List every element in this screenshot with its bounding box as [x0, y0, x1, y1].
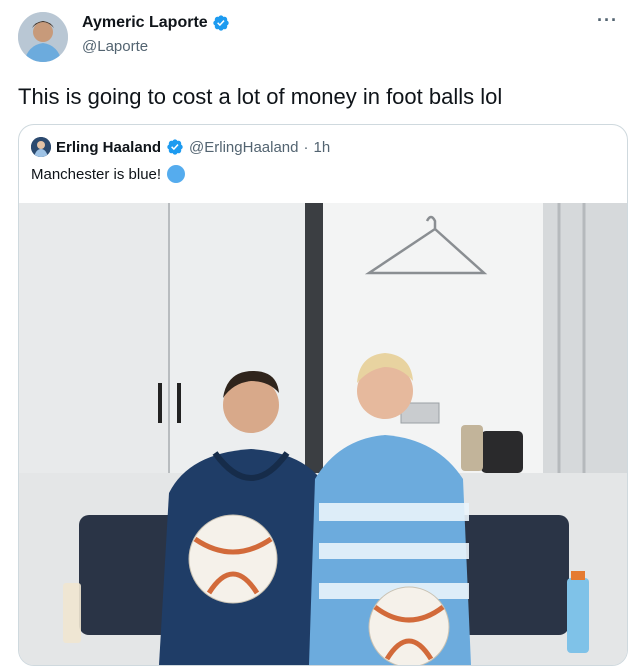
- tweet-card[interactable]: Aymeric Laporte @Laporte ··· This is goi…: [0, 0, 634, 666]
- author-handle[interactable]: @Laporte: [82, 38, 148, 55]
- blue-circle-icon: [167, 165, 186, 183]
- author-avatar[interactable]: [18, 12, 68, 62]
- quoted-author-avatar[interactable]: [31, 137, 51, 157]
- tweet-text: This is going to cost a lot of money in …: [18, 84, 503, 109]
- quoted-tweet[interactable]: Erling Haaland @ErlingHaaland · 1h Manch…: [18, 124, 628, 666]
- tweet-photo[interactable]: [19, 203, 627, 665]
- verified-badge-icon: [212, 14, 230, 32]
- separator-dot: ·: [303, 138, 309, 156]
- quoted-verified-badge-icon: [166, 138, 184, 156]
- more-options-icon[interactable]: ···: [597, 10, 618, 31]
- quoted-handle[interactable]: @ErlingHaaland: [189, 139, 298, 156]
- quoted-display-name[interactable]: Erling Haaland: [56, 139, 161, 156]
- quoted-text: Manchester is blue!: [31, 165, 162, 183]
- quoted-timestamp[interactable]: 1h: [313, 139, 330, 156]
- author-display-name[interactable]: Aymeric Laporte: [82, 14, 208, 32]
